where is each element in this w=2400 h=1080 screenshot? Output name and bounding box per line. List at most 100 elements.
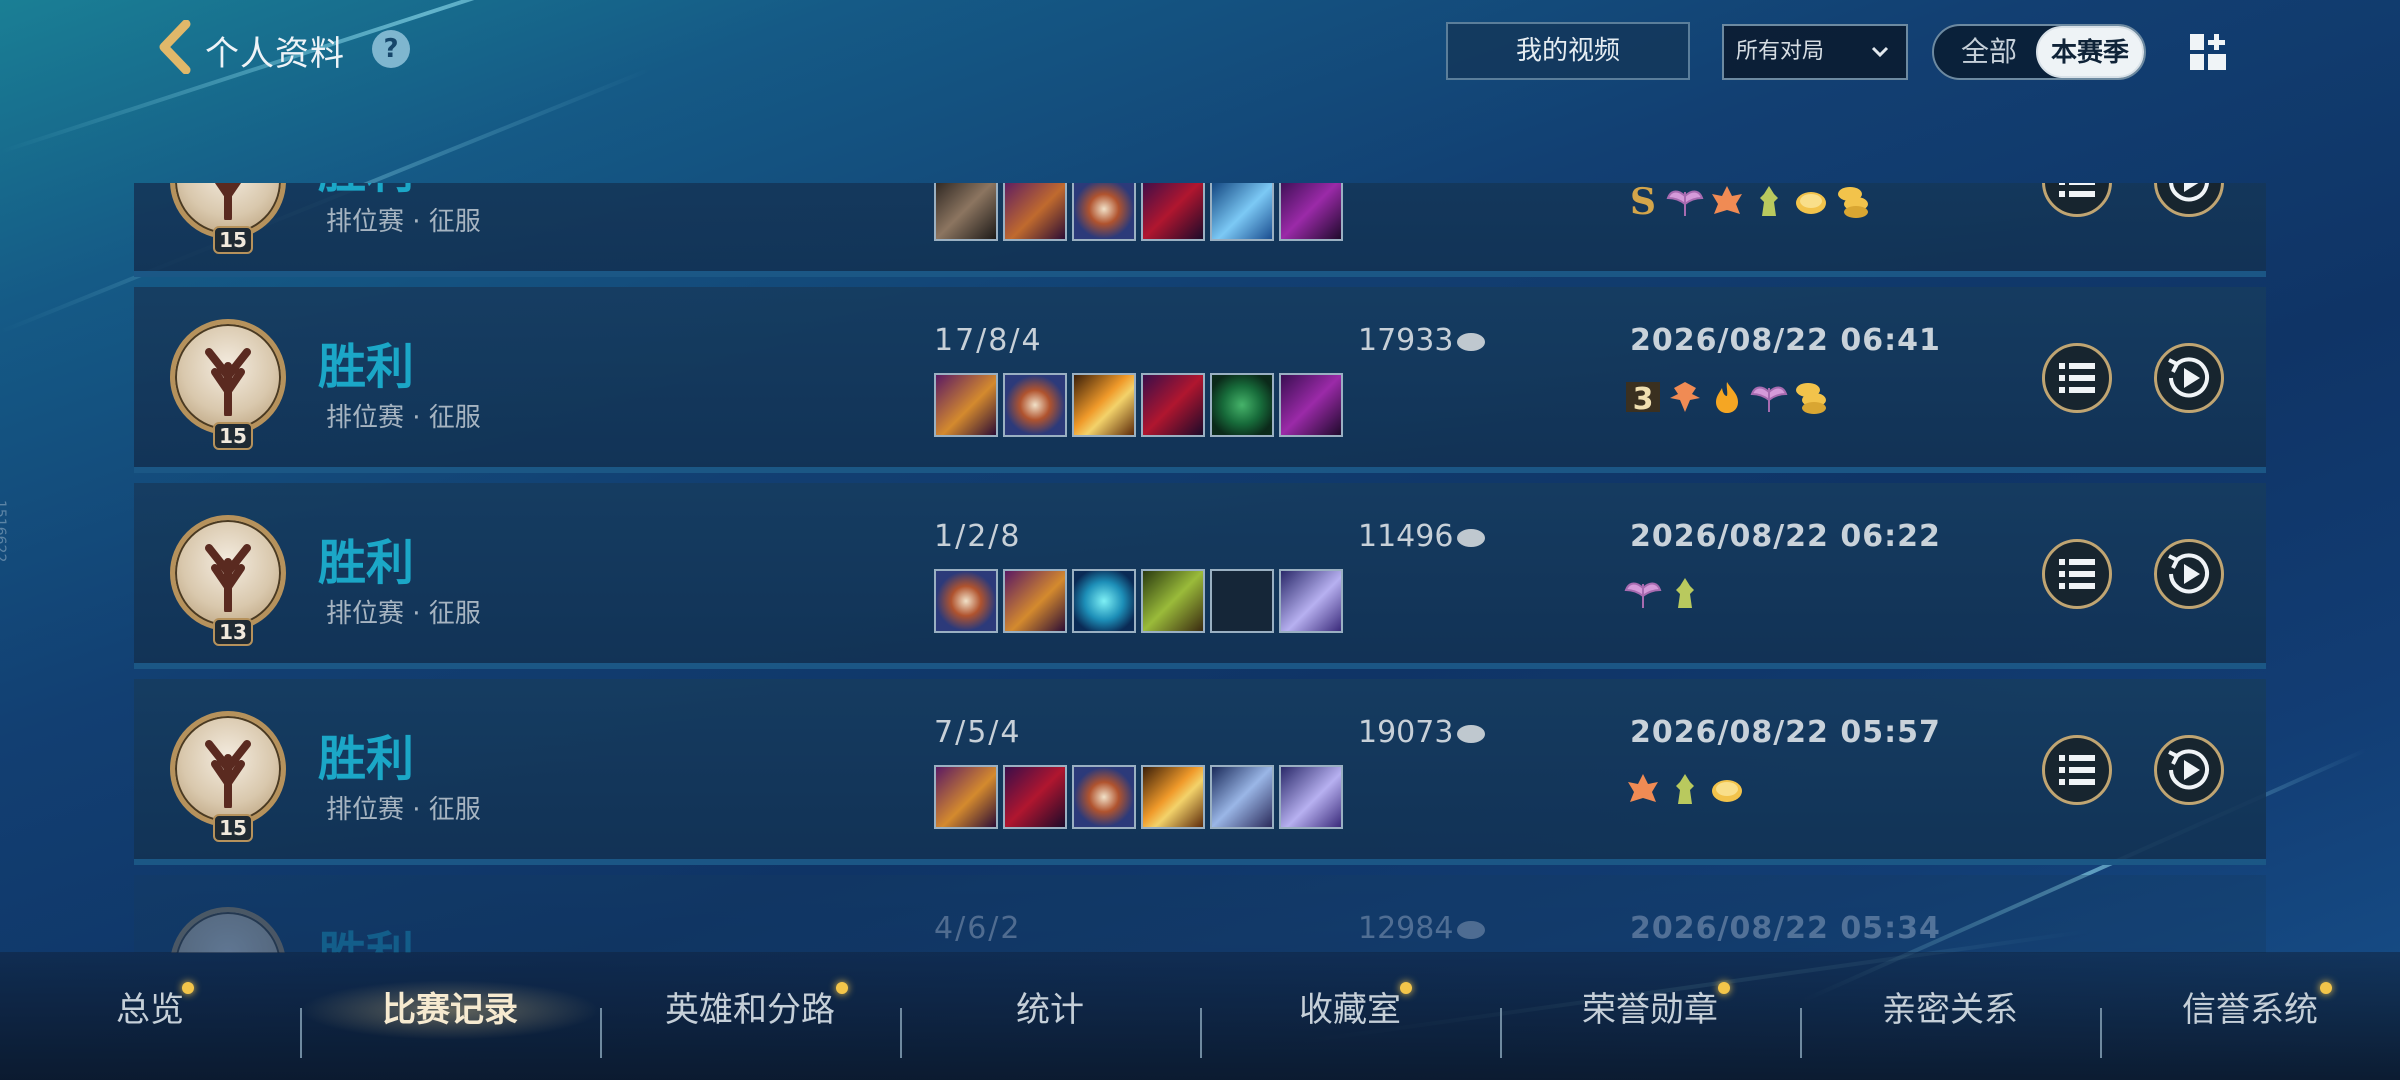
- item-icon: [934, 569, 998, 633]
- tower-badge-icon: [1760, 186, 1778, 216]
- gold-value: 17933: [1358, 323, 1454, 358]
- match-row[interactable]: 15 胜利 排位赛 · 征服 17/8/4 17933 2026/08/22 0…: [134, 287, 2266, 473]
- match-mode: 排位赛 · 征服: [326, 403, 481, 433]
- notification-dot-icon: [182, 982, 194, 994]
- item-icon: [1072, 569, 1136, 633]
- bottom-tab-bar: 总览 比赛记录 英雄和分路 统计 收藏室 荣誉勋章 亲密关系 信誉系统: [0, 952, 2400, 1080]
- match-row[interactable]: 胜利 4/6/2 12984 2026/08/22 05:34: [134, 875, 2266, 953]
- tab-label: 亲密关系: [1882, 990, 2018, 1030]
- match-filter-select[interactable]: 所有对局: [1722, 24, 1908, 80]
- wings-badge-icon: [1750, 386, 1788, 412]
- toggle-all-option[interactable]: 全部: [1944, 26, 2034, 78]
- item-icon: [1141, 183, 1205, 241]
- notification-dot-icon: [836, 982, 848, 994]
- gold-value: 12984: [1358, 911, 1454, 946]
- match-mode: 排位赛 · 征服: [326, 599, 481, 629]
- my-videos-button[interactable]: 我的视频: [1446, 22, 1690, 80]
- item-icon: [1210, 373, 1274, 437]
- hero-level-badge: 15: [213, 814, 253, 842]
- notification-dot-icon: [1718, 982, 1730, 994]
- flame-crest-badge-icon: [1712, 186, 1742, 214]
- hero-level-badge: 13: [213, 618, 253, 646]
- tab-collection[interactable]: 收藏室: [1200, 980, 1500, 1040]
- grid-layout-icon[interactable]: [2188, 32, 2228, 72]
- item-icon: [1072, 765, 1136, 829]
- item-build: [934, 373, 1343, 437]
- match-mode: 排位赛 · 征服: [326, 795, 481, 825]
- tab-label: 英雄和分路: [665, 990, 835, 1030]
- list-icon: [2059, 755, 2095, 785]
- item-icon: [1210, 183, 1274, 241]
- match-result: 胜利: [318, 183, 414, 201]
- item-build: [934, 569, 1343, 633]
- item-icon: [1003, 373, 1067, 437]
- tab-heroes-lanes[interactable]: 英雄和分路: [600, 980, 900, 1040]
- tab-credit-system[interactable]: 信誉系统: [2100, 980, 2400, 1040]
- svg-text:S: S: [1630, 183, 1656, 220]
- notification-dot-icon: [1400, 982, 1412, 994]
- item-icon: [934, 373, 998, 437]
- match-kda: 1/2/8: [934, 519, 1022, 554]
- gold-value: 19073: [1358, 715, 1454, 750]
- tower-badge-icon: [1676, 578, 1694, 608]
- match-row[interactable]: 15 胜利 排位赛 · 征服 7/5/4 19073 2026/08/22 05…: [134, 679, 2266, 865]
- coin-badge-icon: [1712, 780, 1742, 802]
- chevron-down-icon: [1868, 26, 1892, 78]
- toggle-season-option[interactable]: 本赛季: [2036, 26, 2144, 78]
- match-replay-button[interactable]: [2154, 343, 2224, 413]
- match-row[interactable]: 15 胜利 排位赛 · 征服 S: [134, 183, 2266, 277]
- empty-item-slot: [1210, 569, 1274, 633]
- tower-badge-icon: [1676, 774, 1694, 804]
- item-build: [934, 183, 1343, 241]
- performance-badges: S: [1624, 183, 1872, 225]
- item-icon: [934, 765, 998, 829]
- gold-coin-icon: [1457, 528, 1486, 547]
- match-replay-button[interactable]: [2154, 539, 2224, 609]
- match-details-button[interactable]: [2042, 539, 2112, 609]
- tab-label: 信誉系统: [2182, 990, 2318, 1030]
- tab-label: 总览: [116, 990, 184, 1030]
- s-rank-badge-icon: S: [1630, 183, 1656, 220]
- match-time: 2026/08/22 06:22: [1630, 519, 1941, 554]
- tab-match-history[interactable]: 比赛记录: [300, 980, 600, 1040]
- item-icon: [1210, 765, 1274, 829]
- hero-level-badge: 15: [213, 422, 253, 450]
- match-details-button[interactable]: [2042, 343, 2112, 413]
- notification-dot-icon: [2320, 982, 2332, 994]
- help-icon[interactable]: ?: [372, 30, 410, 68]
- match-replay-button[interactable]: [2154, 183, 2224, 217]
- top-bar: 个人资料 ? 我的视频 所有对局 全部 本赛季: [0, 0, 2400, 100]
- tab-intimacy[interactable]: 亲密关系: [1800, 980, 2100, 1040]
- match-result: 胜利: [318, 339, 415, 395]
- tab-label: 荣誉勋章: [1582, 990, 1718, 1030]
- item-icon: [1141, 765, 1205, 829]
- match-filter-value: 所有对局: [1736, 39, 1825, 64]
- match-row[interactable]: 13 胜利 排位赛 · 征服 1/2/8 11496 2026/08/22 06…: [134, 483, 2266, 669]
- match-details-button[interactable]: [2042, 735, 2112, 805]
- flame-crest-badge-icon: [1628, 774, 1658, 802]
- match-history-list[interactable]: 15 胜利 排位赛 · 征服 S 15: [134, 183, 2266, 953]
- season-toggle[interactable]: 全部 本赛季: [1932, 24, 2146, 80]
- match-result: 胜利: [318, 731, 415, 787]
- match-details-button[interactable]: [2042, 183, 2112, 217]
- tab-statistics[interactable]: 统计: [900, 980, 1200, 1040]
- replay-icon: [2168, 553, 2209, 594]
- replay-icon: [2168, 357, 2209, 398]
- match-gold: 17933: [1358, 323, 1486, 358]
- back-arrow-icon[interactable]: [156, 19, 192, 75]
- tab-honor-medals[interactable]: 荣誉勋章: [1500, 980, 1800, 1040]
- gold-coin-icon: [1457, 724, 1486, 743]
- performance-badges: [1624, 765, 1746, 813]
- match-replay-button[interactable]: [2154, 735, 2224, 805]
- gold-value: 11496: [1358, 519, 1454, 554]
- gold-coin-icon: [1457, 332, 1486, 351]
- match-kda: 4/6/2: [934, 911, 1022, 946]
- shield-crest-badge-icon: [1670, 382, 1700, 412]
- hero-avatar: 15: [170, 183, 286, 254]
- hero-avatar: [170, 907, 286, 953]
- list-icon: [2059, 559, 2095, 589]
- tab-overview[interactable]: 总览: [0, 980, 300, 1040]
- performance-badges: 3: [1624, 373, 1830, 421]
- wings-badge-icon: [1666, 190, 1704, 216]
- match-gold: 12984: [1358, 911, 1486, 946]
